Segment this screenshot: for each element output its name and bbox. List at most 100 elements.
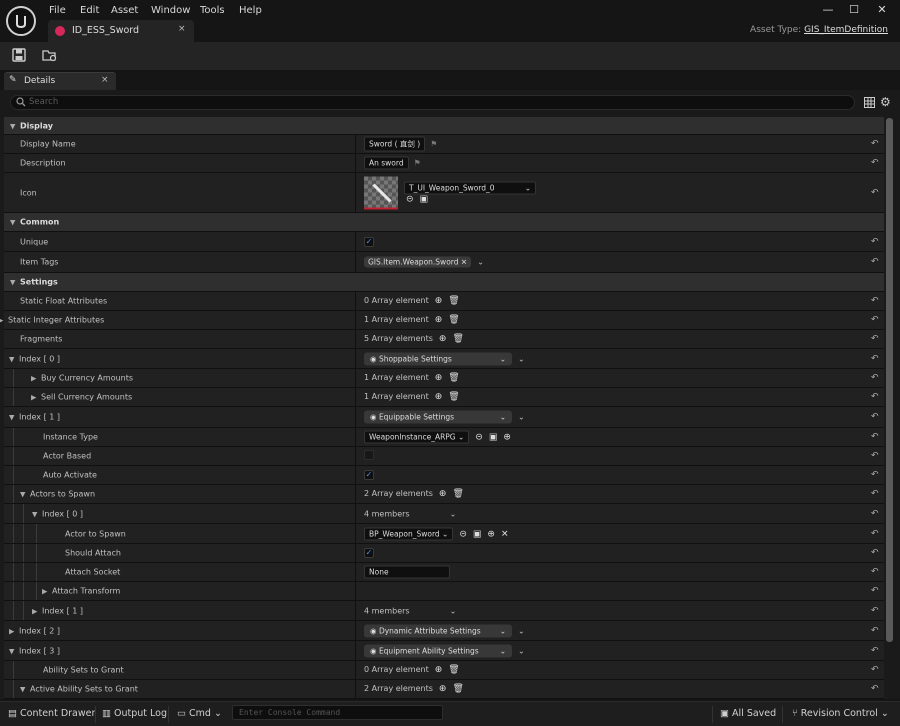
reset-to-default-icon[interactable]: ↶ <box>871 665 879 675</box>
add-element-icon[interactable]: ⊕ <box>503 433 511 443</box>
reset-to-default-icon[interactable]: ↶ <box>871 188 879 198</box>
all-saved-button[interactable]: ▣ All Saved <box>720 708 776 719</box>
close-tab-icon[interactable]: × <box>101 75 109 85</box>
column-divider[interactable] <box>355 563 356 581</box>
column-divider[interactable] <box>355 173 356 212</box>
column-divider[interactable] <box>355 524 356 543</box>
property-row[interactable]: Instance Type WeaponInstance_ARPG ⌄ ⊝ ▣ ⊕ ↶ <box>4 428 884 447</box>
reset-to-default-icon[interactable]: ↶ <box>871 354 879 364</box>
collapse-arrow-icon[interactable]: ▶ <box>42 588 52 596</box>
expand-arrow-icon[interactable]: ▼ <box>9 647 19 655</box>
property-row[interactable]: Should Attach ✓ ↶ <box>4 544 884 563</box>
expand-arrow-icon[interactable]: ▼ <box>10 279 20 287</box>
property-row[interactable]: Auto Activate ✓ ↶ <box>4 466 884 485</box>
property-row[interactable]: Attach Socket None ↶ <box>4 563 884 582</box>
content-drawer-button[interactable]: ▤ Content Drawer <box>8 708 95 719</box>
delete-icon[interactable]: 🗑 <box>448 392 459 402</box>
property-row[interactable]: ▶ Index [ 2 ] ◉ Dynamic Attribute Settings… <box>4 621 884 641</box>
revision-control-button[interactable]: ⑂ Revision Control ⌄ <box>792 708 889 719</box>
chevron-down-icon[interactable]: ⌄ <box>450 509 457 518</box>
menu-help[interactable]: Help <box>239 5 262 16</box>
class-picker[interactable]: WeaponInstance_ARPG ⌄ <box>364 430 470 444</box>
reset-to-default-icon[interactable]: ↶ <box>871 509 879 519</box>
property-row[interactable]: Description An sword ⚑ ↶ <box>4 154 884 173</box>
add-element-icon[interactable]: ⊕ <box>439 489 447 499</box>
column-divider[interactable] <box>355 407 356 427</box>
scrollbar[interactable] <box>886 118 893 642</box>
chevron-down-icon[interactable]: ⌄ <box>518 354 525 363</box>
category-row[interactable]: ▼ Display <box>4 117 884 135</box>
checkbox[interactable]: ✓ <box>364 548 374 558</box>
reset-to-default-icon[interactable]: ↶ <box>871 451 879 461</box>
property-row[interactable]: Static Float Attributes 0 Array element ⊕ 🗑… <box>4 292 884 311</box>
menu-edit[interactable]: Edit <box>80 5 99 16</box>
chevron-down-icon[interactable]: ⌄ <box>518 646 525 655</box>
chevron-down-icon[interactable]: ⌄ <box>518 626 525 635</box>
reset-to-default-icon[interactable]: ↶ <box>871 548 879 558</box>
column-divider[interactable] <box>355 544 356 562</box>
column-divider[interactable] <box>355 349 356 368</box>
struct-type-picker[interactable]: ◉ Shoppable Settings ⌄ <box>364 352 512 365</box>
collapse-arrow-icon[interactable]: ▶ <box>31 394 41 402</box>
column-divider[interactable] <box>355 154 356 172</box>
reset-to-default-icon[interactable]: ↶ <box>871 412 879 422</box>
delete-icon[interactable]: 🗑 <box>448 373 459 383</box>
property-row[interactable]: ▶ Index [ 1 ] 4 members ⌄ ↶ <box>4 601 884 621</box>
reset-to-default-icon[interactable]: ↶ <box>871 392 879 402</box>
column-divider[interactable] <box>355 621 356 640</box>
chevron-down-icon[interactable]: ⌄ <box>477 258 484 267</box>
add-element-icon[interactable]: ⊕ <box>435 392 443 402</box>
column-divider[interactable] <box>355 252 356 272</box>
reset-to-default-icon[interactable]: ↶ <box>871 158 879 168</box>
column-divider[interactable] <box>355 388 356 406</box>
property-row[interactable]: Unique ✓ ↶ <box>4 232 884 252</box>
reset-to-default-icon[interactable]: ↶ <box>871 139 879 149</box>
delete-icon[interactable]: 🗑 <box>448 315 459 325</box>
socket-field[interactable]: None <box>364 565 450 579</box>
menu-asset[interactable]: Asset <box>111 5 138 16</box>
property-row[interactable]: Fragments 5 Array elements ⊕ 🗑 ↶ <box>4 330 884 349</box>
text-field[interactable]: An sword <box>364 156 409 170</box>
actor-class-picker[interactable]: BP_Weapon_Sword ⌄ <box>364 527 454 540</box>
maximize-button[interactable]: ☐ <box>844 3 864 19</box>
column-divider[interactable] <box>355 641 356 660</box>
clear-icon[interactable]: ✕ <box>501 529 509 539</box>
delete-icon[interactable]: 🗑 <box>448 296 459 306</box>
add-element-icon[interactable]: ⊕ <box>435 315 443 325</box>
add-element-icon[interactable]: ⊕ <box>439 334 447 344</box>
delete-icon[interactable]: 🗑 <box>452 489 463 499</box>
column-divider[interactable] <box>355 292 356 310</box>
property-row[interactable]: ▶ Attach Transform ↶ <box>4 582 884 601</box>
column-divider[interactable] <box>355 135 356 153</box>
browse-icon[interactable]: ▣ <box>420 194 429 204</box>
reset-to-default-icon[interactable]: ↶ <box>871 684 879 694</box>
use-selected-icon[interactable]: ⊝ <box>475 433 483 443</box>
category-row[interactable]: ▼ Settings <box>4 273 884 292</box>
collapse-arrow-icon[interactable]: ▶ <box>32 607 42 615</box>
reset-to-default-icon[interactable]: ↶ <box>871 257 879 267</box>
property-row[interactable]: ▶ Buy Currency Amounts 1 Array element ⊕ 🗑 ↶ <box>4 369 884 388</box>
property-row[interactable]: ▼ Actors to Spawn 2 Array elements ⊕ 🗑 ↶ <box>4 485 884 504</box>
column-divider[interactable] <box>355 582 356 600</box>
column-divider[interactable] <box>355 661 356 679</box>
remove-tag-icon[interactable]: ✕ <box>461 258 467 267</box>
struct-type-picker[interactable]: ◉ Dynamic Attribute Settings ⌄ <box>364 624 512 637</box>
collapse-arrow-icon[interactable]: ▶ <box>0 317 8 325</box>
search-input[interactable]: Search <box>10 95 855 110</box>
reset-to-default-icon[interactable]: ↶ <box>871 489 879 499</box>
browse-icon[interactable]: ▣ <box>473 529 482 539</box>
delete-icon[interactable]: 🗑 <box>452 684 463 694</box>
console-input[interactable]: Enter Console Command <box>232 705 443 720</box>
add-element-icon[interactable]: ⊕ <box>435 373 443 383</box>
reset-to-default-icon[interactable]: ↶ <box>871 373 879 383</box>
close-tab-icon[interactable]: × <box>178 24 186 34</box>
browse-icon[interactable]: ▣ <box>489 433 498 443</box>
text-field[interactable]: Sword ( 直剑 ) <box>364 136 426 152</box>
reset-to-default-icon[interactable]: ↶ <box>871 646 879 656</box>
column-divider[interactable] <box>355 680 356 698</box>
close-window-button[interactable]: ✕ <box>872 3 892 19</box>
minimize-button[interactable]: — <box>818 3 838 19</box>
struct-type-picker[interactable]: ◉ Equippable Settings ⌄ <box>364 410 512 424</box>
property-row[interactable]: ▶ Static Integer Attributes 1 Array elemen… <box>0 311 884 330</box>
property-row[interactable]: Icon T_UI_Weapon_Sword_0 ⌄ ⊝ ▣ ↶ <box>4 173 884 213</box>
